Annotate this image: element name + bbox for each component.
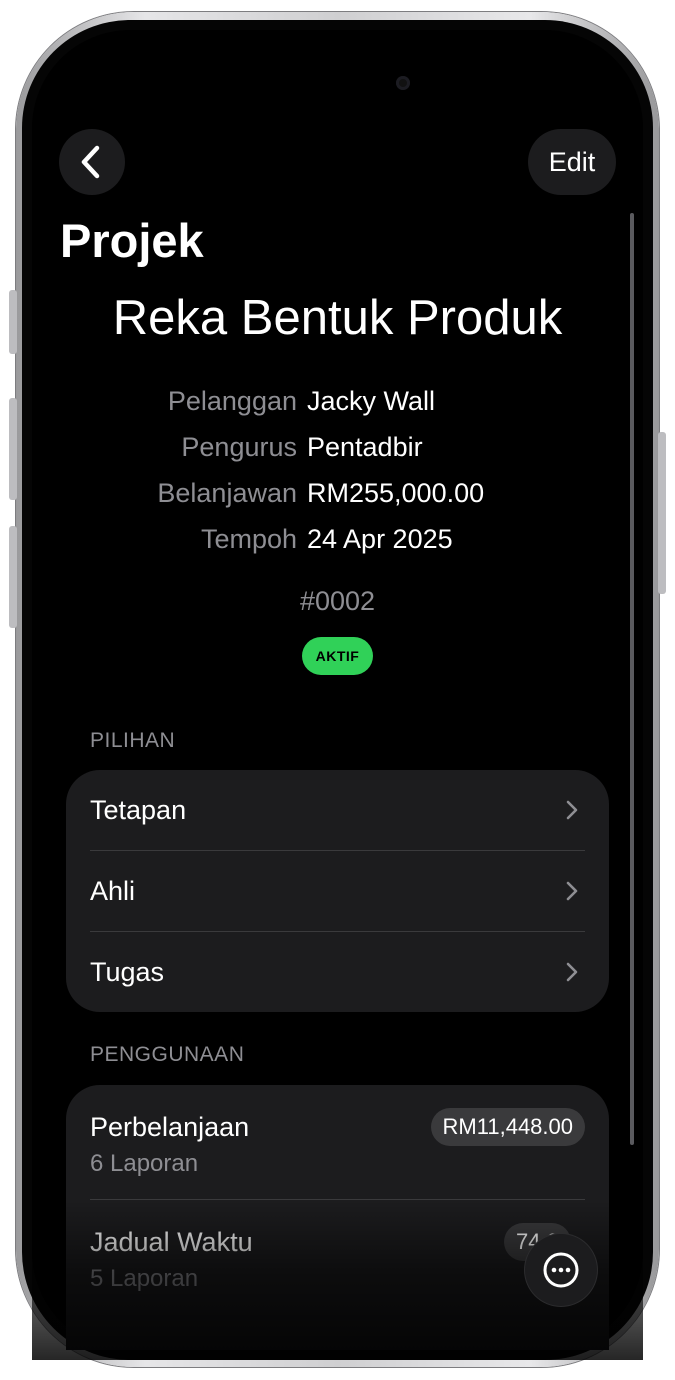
edit-button[interactable]: Edit xyxy=(528,129,616,195)
usage-title: Perbelanjaan xyxy=(90,1112,250,1142)
options-item-tasks[interactable]: Tugas xyxy=(90,932,585,1012)
page-title: Projek xyxy=(60,214,204,267)
front-camera xyxy=(396,76,410,90)
detail-value: 24 Apr 2025 xyxy=(307,524,453,554)
project-id: #0002 xyxy=(299,586,376,616)
detail-label: Tempoh xyxy=(200,524,297,554)
section-header-usage: PENGGUNAAN xyxy=(90,1043,245,1066)
detail-row-budget: Belanjawan RM255,000.00 xyxy=(0,478,675,514)
options-item-members[interactable]: Ahli xyxy=(90,851,585,931)
project-name: Reka Bentuk Produk xyxy=(112,291,563,345)
section-header-options: PILIHAN xyxy=(90,729,176,752)
back-button[interactable] xyxy=(59,129,125,195)
row-label: Tugas xyxy=(90,956,165,987)
options-group: Tetapan Ahli Tugas xyxy=(66,770,609,1012)
detail-label: Pelanggan xyxy=(167,386,297,416)
detail-row-manager: Pengurus Pentadbir xyxy=(0,432,675,468)
scrollbar[interactable] xyxy=(630,213,634,1145)
chevron-left-icon xyxy=(81,145,100,179)
chevron-right-icon xyxy=(566,881,578,901)
amount-badge: RM11,448.00 xyxy=(430,1108,585,1146)
detail-value: RM255,000.00 xyxy=(307,478,485,508)
usage-subtitle: 5 Laporan xyxy=(90,1265,199,1292)
options-item-settings[interactable]: Tetapan xyxy=(90,770,585,850)
detail-row-duration: Tempoh 24 Apr 2025 xyxy=(0,524,675,560)
row-label: Ahli xyxy=(90,875,136,906)
detail-label: Pengurus xyxy=(181,432,297,462)
ellipsis-circle-icon xyxy=(543,1252,579,1288)
detail-label: Belanjawan xyxy=(157,478,297,508)
usage-item-expenses[interactable]: Perbelanjaan 6 Laporan RM11,448.00 xyxy=(66,1085,609,1199)
row-label: Tetapan xyxy=(90,794,187,825)
detail-value: Pentadbir xyxy=(307,432,423,462)
more-button[interactable] xyxy=(525,1234,597,1306)
detail-value: Jacky Wall xyxy=(307,386,436,416)
chevron-right-icon xyxy=(566,800,578,820)
status-badge: AKTIF xyxy=(302,637,373,675)
detail-row-client: Pelanggan Jacky Wall xyxy=(0,386,675,422)
usage-title: Jadual Waktu xyxy=(90,1227,253,1257)
usage-subtitle: 6 Laporan xyxy=(90,1150,199,1177)
chevron-right-icon xyxy=(566,962,578,982)
usage-group: Perbelanjaan 6 Laporan RM11,448.00 Jadua… xyxy=(66,1085,609,1350)
